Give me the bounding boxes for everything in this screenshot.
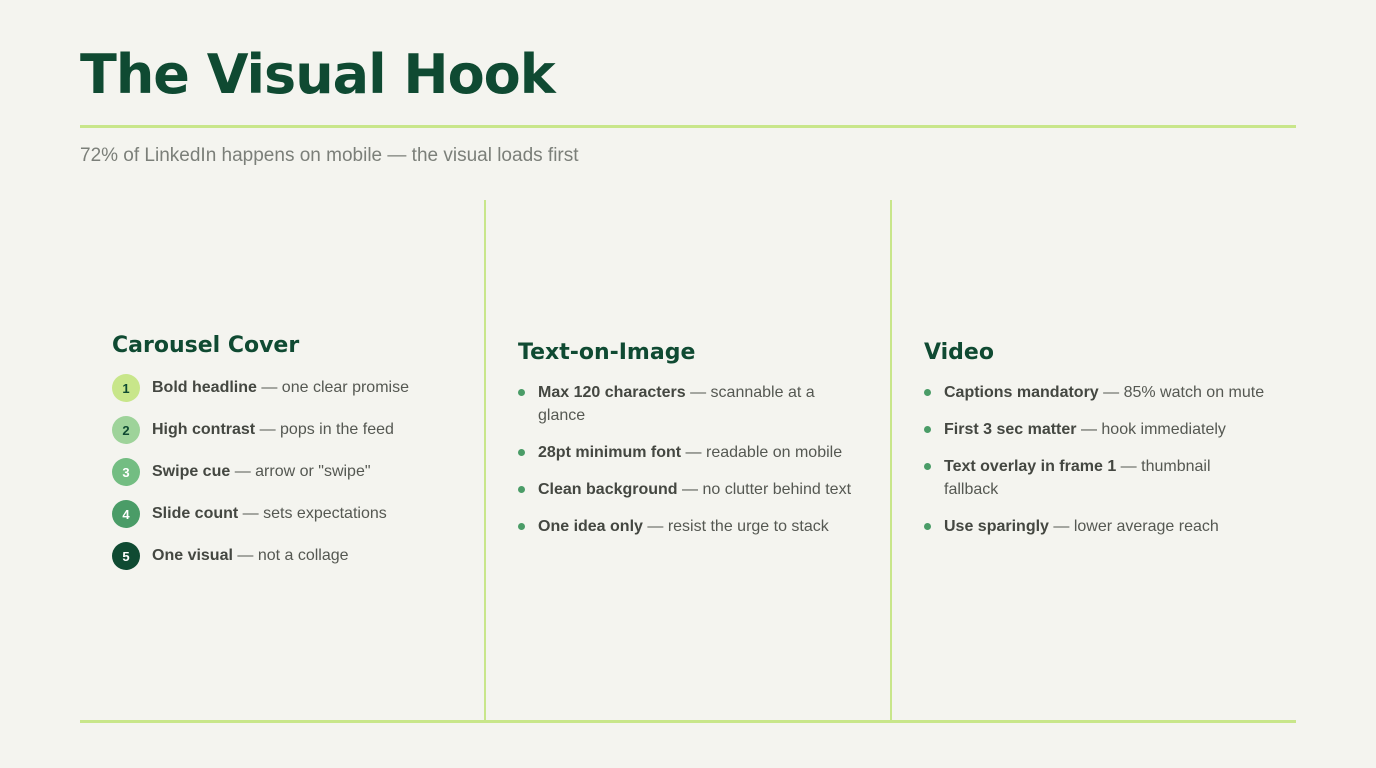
column-heading: Text-on-Image bbox=[518, 340, 696, 365]
bullet-dot-icon bbox=[924, 463, 931, 470]
item-description: — readable on mobile bbox=[681, 444, 843, 461]
list-item: Captions mandatory — 85% watch on mute bbox=[924, 381, 1269, 404]
list-item: Use sparingly — lower average reach bbox=[924, 515, 1269, 538]
column-heading: Carousel Cover bbox=[112, 333, 300, 358]
item-text: Bold headline — one clear promise bbox=[152, 379, 409, 397]
item-title: Slide count bbox=[152, 505, 239, 522]
item-description: — arrow or "swipe" bbox=[230, 463, 371, 480]
step-number-badge: 4 bbox=[112, 500, 140, 528]
step-number-badge: 3 bbox=[112, 458, 140, 486]
item-text: High contrast — pops in the feed bbox=[152, 421, 394, 439]
item-description: — hook immediately bbox=[1076, 421, 1226, 438]
item-description: — one clear promise bbox=[256, 379, 409, 396]
bullet-dot-icon bbox=[518, 389, 525, 396]
step-number-badge: 1 bbox=[112, 374, 140, 402]
item-description: — pops in the feed bbox=[255, 421, 394, 438]
item-title: Captions mandatory bbox=[944, 384, 1099, 401]
bullet-list: Captions mandatory — 85% watch on mute F… bbox=[924, 381, 1269, 538]
bullet-dot-icon bbox=[518, 486, 525, 493]
carousel-cover-column: Carousel Cover 1 Bold headline — one cle… bbox=[112, 332, 457, 584]
list-item: One idea only — resist the urge to stack bbox=[518, 515, 863, 538]
list-item: 5 One visual — not a collage bbox=[112, 542, 457, 570]
bullet-dot-icon bbox=[924, 426, 931, 433]
item-description: — 85% watch on mute bbox=[1098, 384, 1265, 401]
bottom-divider bbox=[80, 720, 1296, 723]
bullet-dot-icon bbox=[924, 389, 931, 396]
item-title: Use sparingly bbox=[944, 518, 1049, 535]
list-item: Clean background — no clutter behind tex… bbox=[518, 478, 863, 501]
text-on-image-column: Text-on-Image Max 120 characters — scann… bbox=[518, 339, 863, 552]
item-title: Clean background bbox=[538, 481, 678, 498]
list-item: 28pt minimum font — readable on mobile bbox=[518, 441, 863, 464]
item-title: One visual bbox=[152, 547, 233, 564]
bullet-list: Max 120 characters — scannable at a glan… bbox=[518, 381, 863, 538]
list-item: 3 Swipe cue — arrow or "swipe" bbox=[112, 458, 457, 486]
list-item: 2 High contrast — pops in the feed bbox=[112, 416, 457, 444]
item-description: — not a collage bbox=[232, 547, 349, 564]
item-title: Swipe cue bbox=[152, 463, 231, 480]
list-item: Text overlay in frame 1 — thumbnail fall… bbox=[924, 455, 1269, 501]
item-text: One visual — not a collage bbox=[152, 547, 349, 565]
item-description: — resist the urge to stack bbox=[642, 518, 829, 535]
video-column: Video Captions mandatory — 85% watch on … bbox=[924, 339, 1269, 552]
list-item: First 3 sec matter — hook immediately bbox=[924, 418, 1269, 441]
list-item: 4 Slide count — sets expectations bbox=[112, 500, 457, 528]
item-title: Text overlay in frame 1 bbox=[944, 458, 1117, 475]
column-divider bbox=[890, 200, 892, 721]
bullet-dot-icon bbox=[924, 523, 931, 530]
numbered-list: 1 Bold headline — one clear promise 2 Hi… bbox=[112, 374, 457, 570]
item-title: One idea only bbox=[538, 518, 643, 535]
step-number-badge: 2 bbox=[112, 416, 140, 444]
bullet-dot-icon bbox=[518, 449, 525, 456]
item-description: — no clutter behind text bbox=[677, 481, 852, 498]
item-description: — lower average reach bbox=[1048, 518, 1219, 535]
item-text: Slide count — sets expectations bbox=[152, 505, 387, 523]
item-text: Swipe cue — arrow or "swipe" bbox=[152, 463, 371, 481]
step-number-badge: 5 bbox=[112, 542, 140, 570]
item-title: First 3 sec matter bbox=[944, 421, 1077, 438]
column-divider bbox=[484, 200, 486, 721]
column-heading: Video bbox=[924, 340, 994, 365]
bullet-dot-icon bbox=[518, 523, 525, 530]
item-description: — sets expectations bbox=[238, 505, 387, 522]
list-item: Max 120 characters — scannable at a glan… bbox=[518, 381, 863, 427]
item-title: Bold headline bbox=[152, 379, 257, 396]
page-subtitle: 72% of LinkedIn happens on mobile — the … bbox=[80, 145, 579, 166]
item-title: High contrast bbox=[152, 421, 256, 438]
page-title: The Visual Hook bbox=[80, 43, 556, 106]
title-divider bbox=[80, 125, 1296, 128]
item-title: 28pt minimum font bbox=[538, 444, 682, 461]
list-item: 1 Bold headline — one clear promise bbox=[112, 374, 457, 402]
item-title: Max 120 characters bbox=[538, 384, 686, 401]
